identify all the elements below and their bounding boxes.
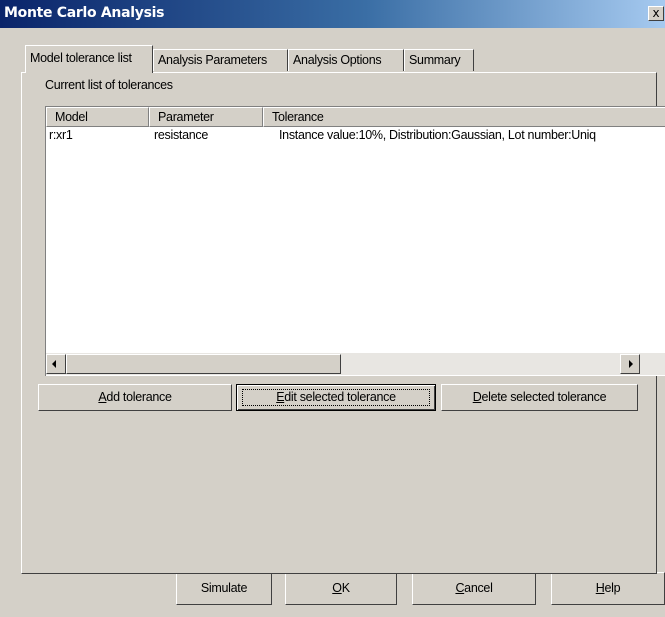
button-label: elete selected tolerance — [481, 390, 607, 404]
column-header-parameter[interactable]: Parameter — [149, 107, 263, 127]
tab-analysis-options[interactable]: Analysis Options — [288, 49, 404, 71]
button-label: elp — [604, 581, 621, 595]
column-header-model[interactable]: Model — [46, 107, 149, 127]
close-button[interactable]: x — [648, 6, 664, 21]
ok-button[interactable]: OK — [285, 572, 397, 605]
scroll-right-button[interactable] — [620, 354, 640, 374]
tolerance-list[interactable]: Model Parameter Tolerance r:xr1 resistan… — [45, 106, 665, 376]
add-tolerance-button[interactable]: Add tolerance — [38, 384, 232, 411]
tab-model-tolerance-list[interactable]: Model tolerance list — [25, 45, 153, 73]
button-label: ancel — [464, 581, 493, 595]
tab-label: Model tolerance list — [30, 51, 132, 65]
tab-summary[interactable]: Summary — [404, 49, 474, 71]
monte-carlo-dialog: Monte Carlo Analysis x Model tolerance l… — [0, 0, 665, 617]
help-button[interactable]: Help — [551, 572, 665, 605]
focus-ring — [242, 389, 430, 406]
tab-analysis-parameters[interactable]: Analysis Parameters — [153, 49, 288, 71]
cell-model: r:xr1 — [49, 128, 73, 142]
tolerance-list-label: Current list of tolerances — [45, 78, 173, 92]
button-label: dd tolerance — [106, 390, 172, 404]
tab-label: Analysis Options — [293, 53, 382, 67]
close-icon: x — [652, 6, 660, 20]
title-bar[interactable]: Monte Carlo Analysis x — [0, 0, 665, 28]
scroll-thumb[interactable] — [66, 354, 341, 374]
horizontal-scrollbar[interactable] — [46, 353, 665, 375]
scroll-left-button[interactable] — [46, 354, 66, 374]
column-header-tolerance[interactable]: Tolerance — [263, 107, 665, 127]
edit-selected-tolerance-button[interactable]: Edit selected tolerance — [236, 384, 436, 411]
delete-selected-tolerance-button[interactable]: Delete selected tolerance — [441, 384, 638, 411]
cancel-button[interactable]: Cancel — [412, 572, 536, 605]
cell-parameter: resistance — [154, 128, 208, 142]
mnemonic: C — [455, 581, 465, 595]
window-title: Monte Carlo Analysis — [4, 5, 165, 21]
cell-tolerance: Instance value:10%, Distribution:Gaussia… — [279, 128, 596, 142]
mnemonic: O — [332, 581, 342, 595]
simulate-button[interactable]: Simulate — [176, 572, 272, 605]
tab-label: Summary — [409, 53, 461, 67]
button-label: K — [341, 581, 350, 595]
arrow-right-icon — [629, 360, 633, 368]
arrow-left-icon — [52, 360, 56, 368]
button-label: Simulate — [200, 581, 248, 595]
tab-label: Analysis Parameters — [158, 53, 267, 67]
